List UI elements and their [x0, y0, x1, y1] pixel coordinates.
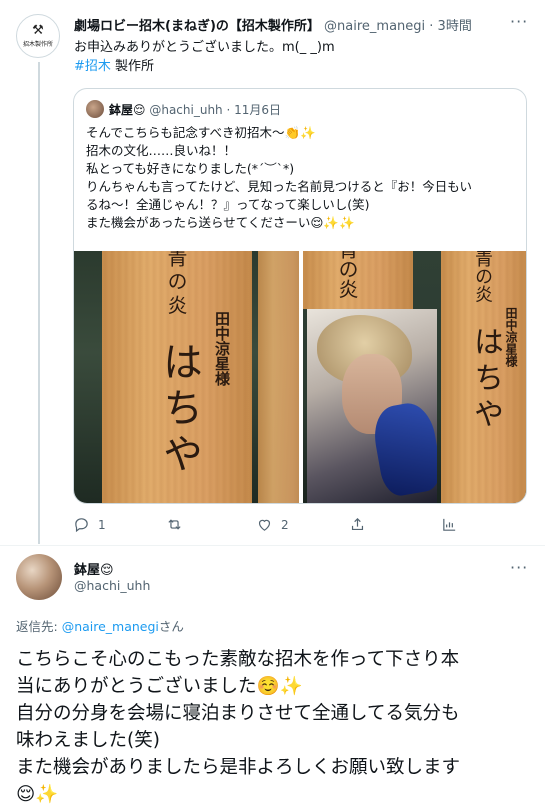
share-button[interactable] — [349, 516, 366, 533]
board-title: 青の炎 — [335, 251, 359, 299]
photo-manegi-poster[interactable]: 青の炎 青の炎 田中涼星様 はちや — [303, 251, 526, 503]
quoted-text-line: そんでこちらも記念すべき初招木〜👏✨ — [86, 125, 316, 140]
quoted-text-line: るね〜！全通じゃん！？』ってなって楽しいし(笑) — [86, 197, 370, 212]
tweet-text-line: #招木 製作所 — [74, 57, 335, 76]
tweet-text-line: 味わえました(笑) — [16, 730, 160, 751]
tweet-hachi: 鉢屋😌 @hachi_uhh ··· 返信先: @naire_manegiさん … — [0, 546, 545, 812]
board-sender: はちや — [156, 341, 202, 479]
quoted-tweet[interactable]: 鉢屋😌 @hachi_uhh · 11月6日 そんでこちらも記念すべき初招木〜👏… — [73, 88, 527, 504]
reply-prefix: 返信先: — [16, 619, 62, 634]
share-icon — [351, 517, 364, 531]
reply-icon — [75, 518, 88, 533]
quoted-avatar — [86, 100, 104, 118]
handle[interactable]: @hachi_uhh — [74, 578, 150, 593]
timestamp[interactable]: · 3時間 — [429, 19, 472, 34]
tweet-text-line: お申込みありがとうございました。m(_ _)m — [74, 40, 335, 55]
analytics-icon — [443, 518, 456, 531]
hashtag-suffix: 製作所 — [110, 59, 155, 74]
tweet-text-line: 当にありがとうございました☺️✨ — [16, 676, 303, 697]
tweet-text-line: 😌✨ — [16, 784, 59, 805]
reply-button[interactable]: 1 — [73, 516, 106, 533]
board-recipient: 田中涼星様 — [213, 311, 231, 386]
quoted-header: 鉢屋😌 @hachi_uhh · 11月6日 — [109, 101, 281, 118]
wooden-board: 青の炎 田中涼星様 はちや — [102, 251, 252, 503]
quoted-text-line: 私とっても好きになりました(*´︶`*) — [86, 161, 295, 176]
tweet-text-line: こちらこそ心のこもった素敵な招木を作って下さり本 — [16, 649, 460, 670]
more-options-icon[interactable]: ··· — [510, 558, 528, 577]
like-count: 2 — [281, 517, 289, 532]
quoted-media: 青の炎 田中涼星様 はちや 青の炎 青の炎 田中涼星様 はちや — [74, 251, 526, 503]
quoted-text-line: りんちゃんも言ってたけど、見知った名前見つけると『お！今日もい — [86, 179, 473, 194]
heart-icon — [258, 519, 271, 531]
quoted-text: そんでこちらも記念すべき初招木〜👏✨ 招木の文化……良いね！！ 私とっても好きに… — [86, 124, 516, 232]
board-title: 青の炎 — [164, 251, 188, 319]
reply-suffix: さん — [158, 619, 184, 634]
wooden-board: 青の炎 田中涼星様 はちや — [441, 251, 526, 503]
display-name[interactable]: 劇場ロビー招木(まねぎ)の【招木製作所】 — [74, 19, 320, 34]
hammer-icon: ⚒ — [32, 23, 44, 38]
reply-handle-link[interactable]: @naire_manegi — [62, 619, 159, 634]
quoted-display-name: 鉢屋😌 — [109, 103, 146, 117]
tweet-text: こちらこそ心のこもった素敵な招木を作って下さり本 当にありがとうございました☺️… — [16, 646, 531, 808]
more-options-icon[interactable]: ··· — [510, 12, 528, 31]
like-button[interactable]: 2 — [256, 516, 289, 533]
retweet-icon — [168, 519, 181, 530]
hashtag-link[interactable]: #招木 — [74, 59, 111, 74]
action-bar: 1 2 — [0, 516, 545, 536]
quoted-text-line: また機会があったら送らせてくださーい😌✨✨ — [86, 215, 355, 230]
actor-poster — [307, 309, 437, 503]
wooden-board-top: 青の炎 — [303, 251, 413, 309]
replying-to: 返信先: @naire_manegiさん — [16, 616, 184, 635]
tweet-text-line: また機会がありましたら是非よろしくお願い致します — [16, 757, 461, 778]
board-title: 青の炎 — [472, 251, 493, 303]
avatar[interactable] — [16, 554, 62, 600]
display-name[interactable]: 鉢屋😌 — [74, 559, 114, 578]
tweet-text-line: 自分の分身を会場に寝泊まりさせて全通してる気分も — [16, 703, 460, 724]
quoted-handle: @hachi_uhh — [149, 103, 223, 117]
analytics-button[interactable] — [441, 516, 458, 533]
wooden-board-side — [258, 251, 299, 503]
reply-count: 1 — [98, 517, 106, 532]
thread-line — [38, 62, 40, 544]
quoted-text-line: 招木の文化……良いね！！ — [86, 143, 237, 158]
avatar[interactable]: ⚒ 招木製作所 — [16, 14, 60, 58]
retweet-button[interactable] — [166, 516, 191, 533]
tweet-manegi: ⚒ 招木製作所 劇場ロビー招木(まねぎ)の【招木製作所】 @naire_mane… — [0, 0, 545, 545]
board-sender: はちや — [468, 326, 503, 434]
quoted-date: · 11月6日 — [226, 103, 282, 117]
handle[interactable]: @naire_manegi — [324, 19, 425, 34]
photo-manegi-board[interactable]: 青の炎 田中涼星様 はちや — [74, 251, 299, 503]
tweet-header: 劇場ロビー招木(まねぎ)の【招木製作所】 @naire_manegi · 3時間 — [74, 15, 472, 34]
tweet-text: お申込みありがとうございました。m(_ _)m #招木 製作所 — [74, 38, 335, 76]
